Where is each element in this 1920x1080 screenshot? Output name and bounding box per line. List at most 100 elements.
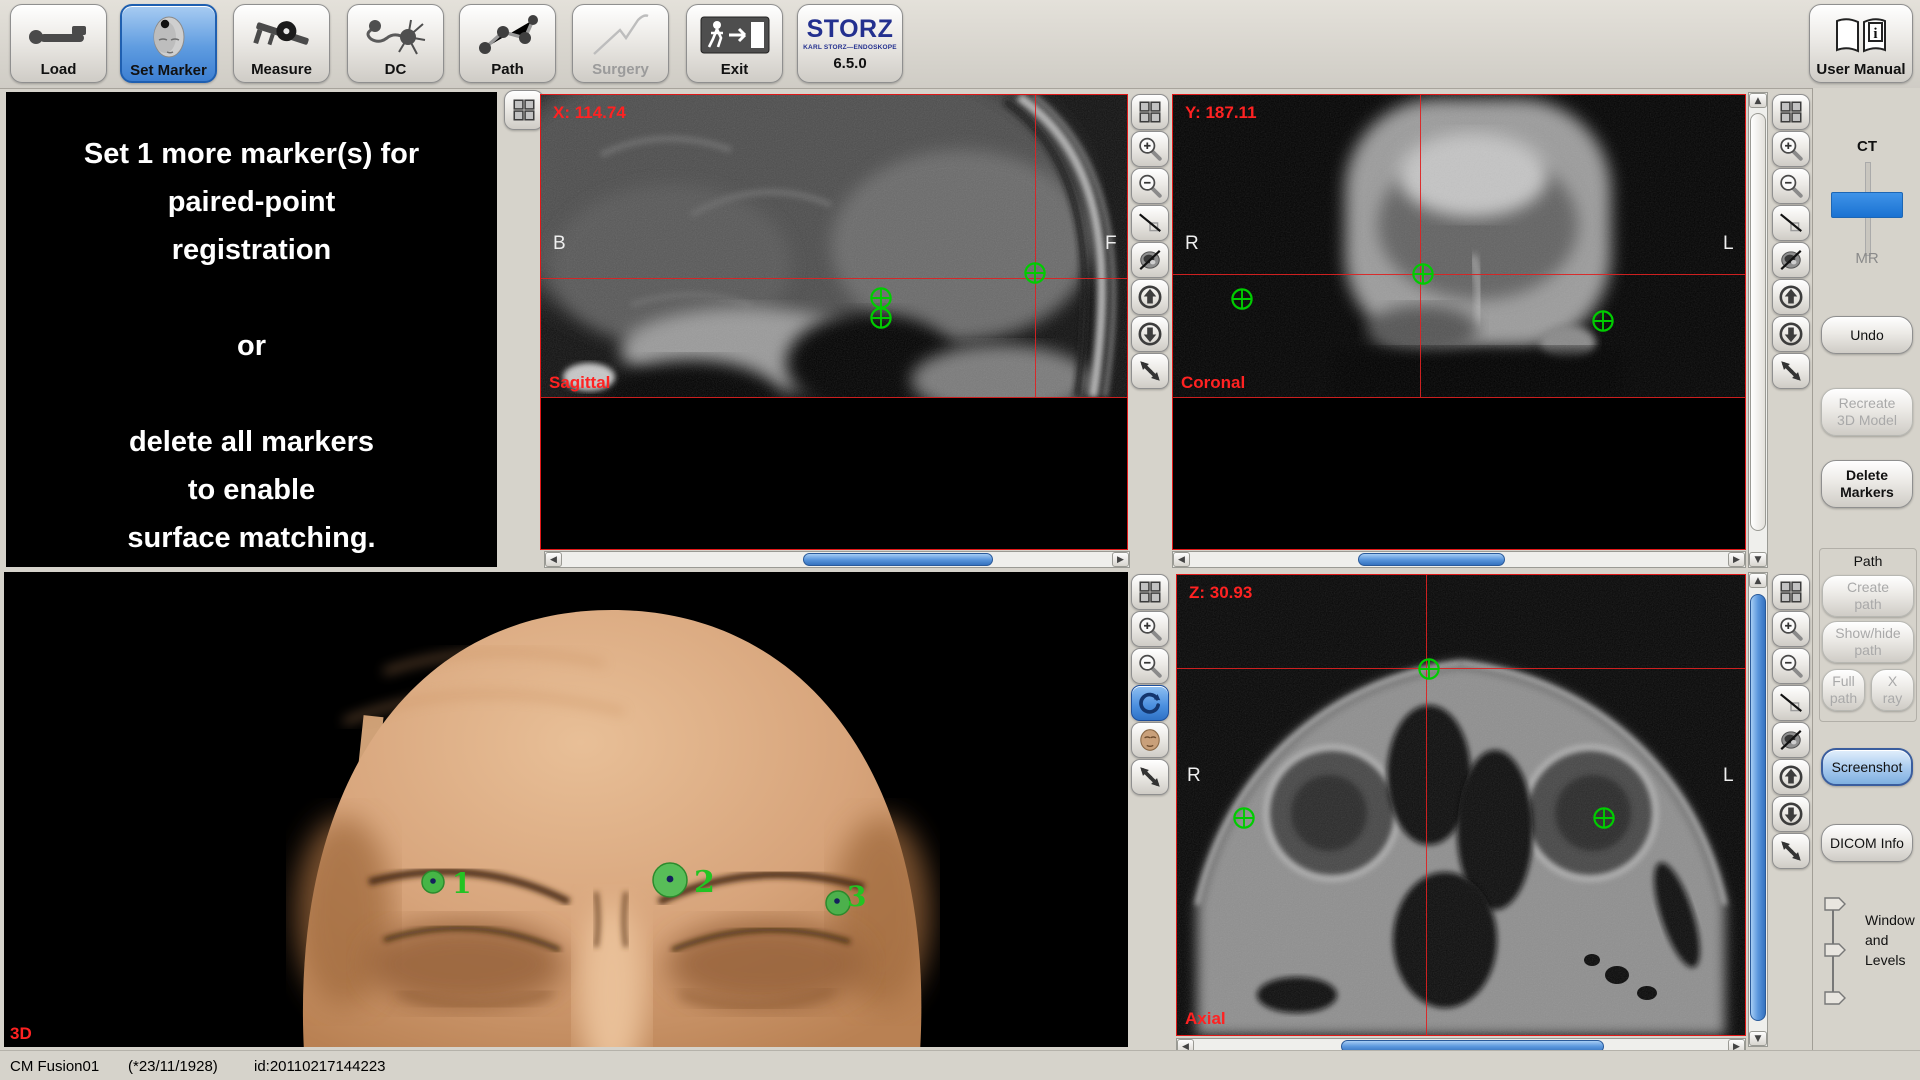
sagittal-marker[interactable] <box>1022 260 1048 286</box>
zoom-in-button[interactable] <box>1772 611 1810 647</box>
grid-icon-button[interactable] <box>1131 574 1169 610</box>
user-manual-button[interactable]: i User Manual <box>1809 4 1913 83</box>
undo-button[interactable]: Undo <box>1821 316 1913 354</box>
path-button[interactable]: Path <box>459 4 556 83</box>
3d-view[interactable]: 1 2 3 3D <box>4 572 1128 1047</box>
zoom-in-icon <box>1778 616 1804 642</box>
create-path-button[interactable]: Create path <box>1822 575 1914 617</box>
zoom-out-button[interactable] <box>1131 168 1169 204</box>
surgery-button[interactable]: Surgery <box>572 4 669 83</box>
slice-down-button[interactable] <box>1772 796 1810 832</box>
arrow-down-circle-icon <box>1778 801 1804 827</box>
message-line: or <box>6 322 497 370</box>
sagittal-h-thumb[interactable] <box>803 553 993 566</box>
3d-toolstrip <box>1131 574 1171 796</box>
ct-mr-slider-thumb[interactable] <box>1831 192 1903 218</box>
x-ray-button[interactable]: X ray <box>1871 669 1914 711</box>
dc-button[interactable]: DC <box>347 4 444 83</box>
storz-logo-button[interactable]: STORZ KARL STORZ—ENDOSKOPE 6.5.0 <box>797 4 903 83</box>
measure-button[interactable]: Measure <box>233 4 330 83</box>
scroll-left-arrow[interactable]: ◀ <box>545 552 562 567</box>
line-tool-button[interactable] <box>1772 205 1810 241</box>
axial-view[interactable]: Z: 30.93 R L Axial <box>1176 574 1746 1036</box>
sagittal-marker[interactable] <box>868 305 894 331</box>
slice-down-button[interactable] <box>1772 316 1810 352</box>
zoom-in-button[interactable] <box>1131 611 1169 647</box>
show-hide-path-button[interactable]: Show/hide path <box>1822 621 1914 663</box>
rotate-3d-button[interactable] <box>1131 685 1169 721</box>
slice-up-button[interactable] <box>1131 279 1169 315</box>
coronal-h-thumb[interactable] <box>1358 553 1505 566</box>
zoom-out-button[interactable] <box>1772 648 1810 684</box>
swap-view-button[interactable] <box>1131 353 1169 389</box>
coronal-v-thumb[interactable] <box>1750 113 1766 531</box>
face-model-button[interactable] <box>1131 722 1169 758</box>
sagittal-image[interactable] <box>541 95 1127 397</box>
slice-up-button[interactable] <box>1772 759 1810 795</box>
sagittal-view[interactable]: X: 114.74 B F Sagittal <box>540 94 1128 550</box>
exit-button[interactable]: Exit <box>686 4 783 83</box>
layout-grid-button[interactable] <box>504 90 544 130</box>
coronal-marker[interactable] <box>1410 261 1436 287</box>
screenshot-button[interactable]: Screenshot <box>1821 748 1913 786</box>
manual-book-icon: i <box>1810 5 1912 61</box>
scroll-up-arrow[interactable]: ▲ <box>1749 93 1767 108</box>
scroll-right-arrow[interactable]: ▶ <box>1728 552 1745 567</box>
overlay-toggle-button[interactable] <box>1772 722 1810 758</box>
zoom-in-button[interactable] <box>1131 131 1169 167</box>
overlay-toggle-button[interactable] <box>1772 242 1810 278</box>
rotate-icon <box>1137 690 1163 716</box>
coronal-h-scrollbar[interactable]: ◀ ▶ <box>1172 551 1746 568</box>
coronal-image[interactable] <box>1173 95 1745 397</box>
arrow-up-circle-icon <box>1137 284 1163 310</box>
swap-view-button[interactable] <box>1772 833 1810 869</box>
set-marker-button[interactable]: Set Marker <box>120 4 217 83</box>
scroll-up-arrow[interactable]: ▲ <box>1749 573 1767 588</box>
window-levels-slider[interactable] <box>1821 896 1861 1006</box>
recreate-3d-model-button[interactable]: Recreate 3D Model <box>1821 388 1913 436</box>
grid-icon-button[interactable] <box>1772 94 1810 130</box>
load-label: Load <box>11 61 106 79</box>
overlay-toggle-button[interactable] <box>1131 242 1169 278</box>
axial-v-thumb[interactable] <box>1750 594 1766 1021</box>
axial-image[interactable] <box>1177 575 1745 1035</box>
full-path-button[interactable]: Full path <box>1822 669 1865 711</box>
delete-markers-button[interactable]: Delete Markers <box>1821 460 1913 508</box>
axial-marker[interactable] <box>1416 656 1442 682</box>
coronal-crosshair-h <box>1173 274 1745 275</box>
swap-view-button[interactable] <box>1131 759 1169 795</box>
scroll-left-arrow[interactable]: ◀ <box>1173 552 1190 567</box>
axial-marker[interactable] <box>1591 805 1617 831</box>
line-tool-button[interactable] <box>1131 205 1169 241</box>
line-tool-icon <box>1778 690 1804 716</box>
grid-icon-button[interactable] <box>1131 94 1169 130</box>
coronal-view[interactable]: Y: 187.11 R L Coronal <box>1172 94 1746 550</box>
scroll-down-arrow[interactable]: ▼ <box>1749 1031 1767 1046</box>
exit-label: Exit <box>687 61 782 79</box>
coronal-marker[interactable] <box>1590 308 1616 334</box>
axial-v-scrollbar[interactable]: ▲ ▼ <box>1748 572 1768 1047</box>
axial-coord-label: Z: 30.93 <box>1189 583 1252 603</box>
slice-up-button[interactable] <box>1772 279 1810 315</box>
grid-icon <box>1778 99 1804 125</box>
scroll-down-arrow[interactable]: ▼ <box>1749 552 1767 567</box>
axial-marker[interactable] <box>1231 805 1257 831</box>
dicom-info-button[interactable]: DICOM Info <box>1821 824 1913 862</box>
sagittal-h-scrollbar[interactable]: ◀ ▶ <box>544 551 1130 568</box>
load-button[interactable]: Load <box>10 4 107 83</box>
line-tool-button[interactable] <box>1772 685 1810 721</box>
3d-model-face[interactable]: 1 2 3 <box>4 572 1128 1047</box>
zoom-out-button[interactable] <box>1772 168 1810 204</box>
zoom-in-icon <box>1778 136 1804 162</box>
grid-icon <box>1137 579 1163 605</box>
slice-down-button[interactable] <box>1131 316 1169 352</box>
zoom-in-button[interactable] <box>1772 131 1810 167</box>
main-toolbar: Load Set Marker <box>0 0 1920 89</box>
coronal-v-scrollbar[interactable]: ▲ ▼ <box>1748 92 1768 568</box>
grid-icon-button[interactable] <box>1772 574 1810 610</box>
zoom-out-icon <box>1137 173 1163 199</box>
swap-view-button[interactable] <box>1772 353 1810 389</box>
scroll-right-arrow[interactable]: ▶ <box>1112 552 1129 567</box>
zoom-out-button[interactable] <box>1131 648 1169 684</box>
coronal-marker[interactable] <box>1229 286 1255 312</box>
